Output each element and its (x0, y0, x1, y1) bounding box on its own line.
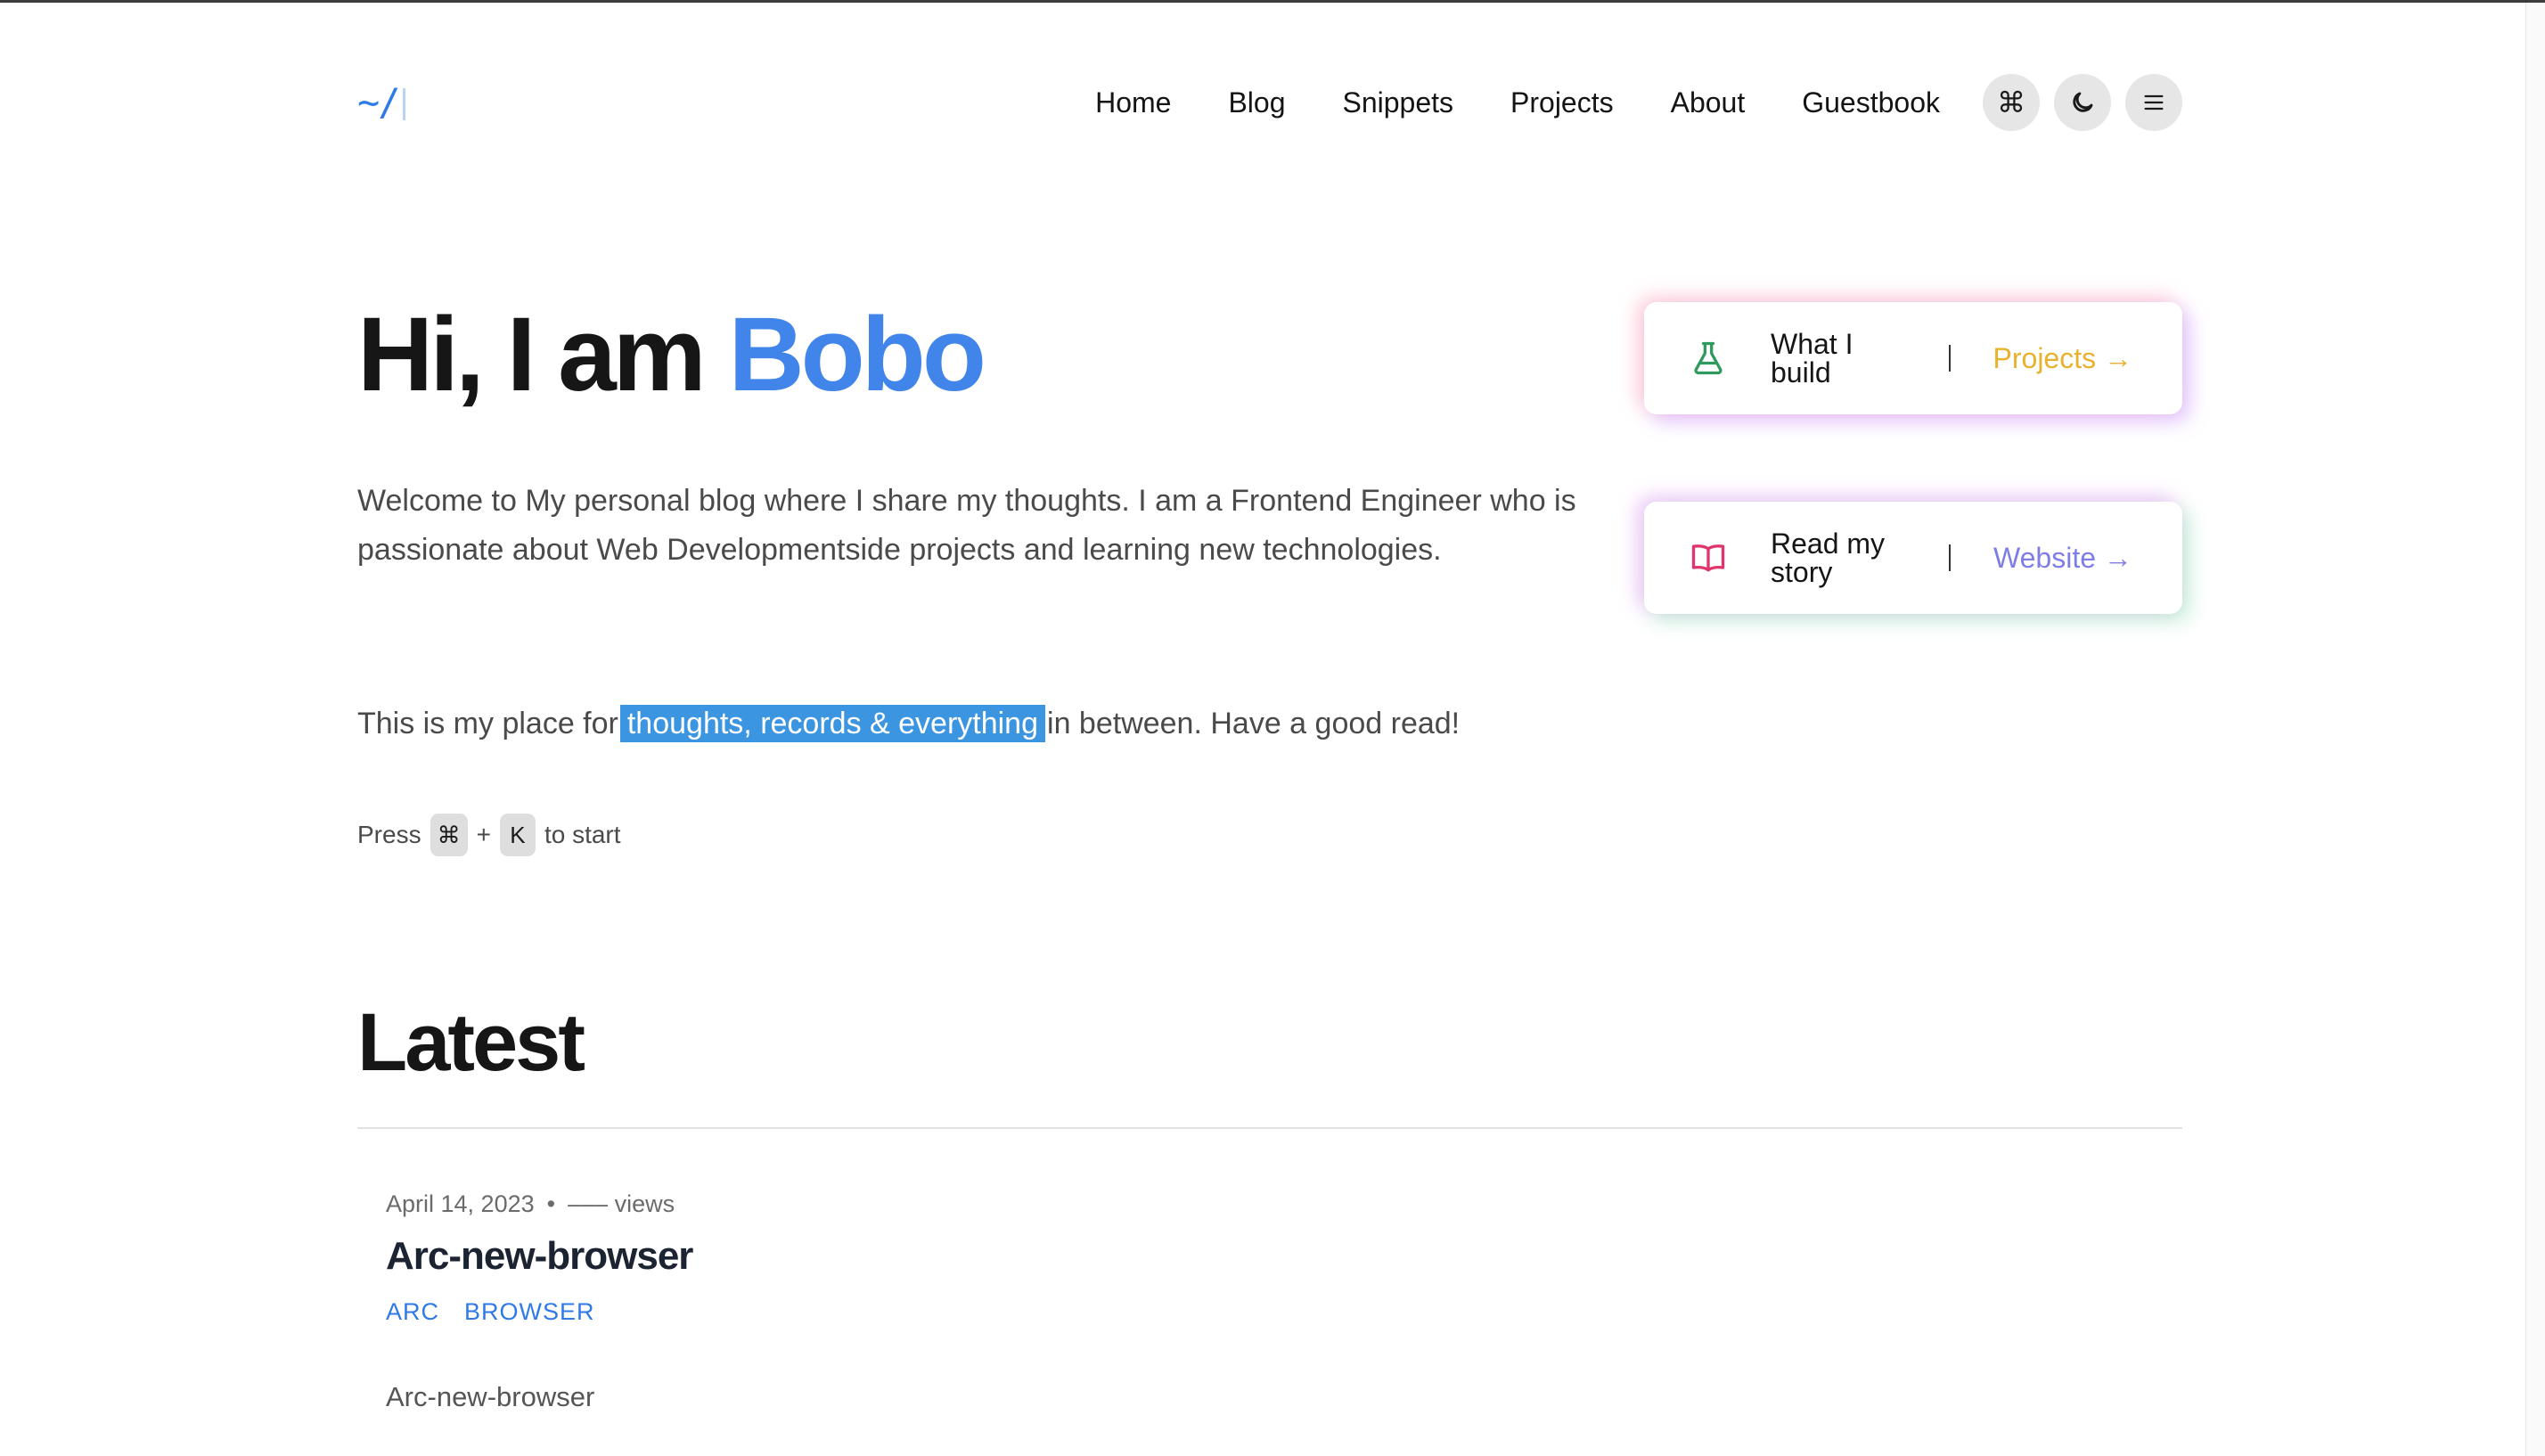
main-nav: Home Blog Snippets Projects About Guestb… (1095, 71, 2182, 134)
site-logo[interactable]: ~/ (357, 80, 405, 124)
tagline-end: in between. Have a good read! (1047, 707, 1461, 740)
logo-cursor (402, 88, 405, 120)
tagline-highlight: thoughts, records & everything (619, 705, 1046, 742)
command-palette-button[interactable]: ⌘ (1983, 74, 2040, 131)
tagline: This is my place for thoughts, records & … (357, 699, 1460, 748)
tag-browser[interactable]: BROWSER (464, 1298, 595, 1326)
tagline-start: This is my place for (357, 707, 618, 740)
nav-blog[interactable]: Blog (1228, 71, 1285, 134)
card-separator (1948, 345, 1951, 372)
card-separator (1949, 544, 1951, 571)
theme-toggle-button[interactable] (2054, 74, 2111, 131)
post-item[interactable]: April 14, 2023 • ––– views Arc-new-brows… (386, 1190, 693, 1413)
nav-projects[interactable]: Projects (1510, 71, 1614, 134)
what-i-build-card[interactable]: What I build Projects → (1644, 302, 2182, 414)
nav-guestbook[interactable]: Guestbook (1802, 71, 1940, 134)
website-link[interactable]: Website → (1993, 542, 2132, 575)
tag-arc[interactable]: ARC (386, 1298, 439, 1326)
post-tags: ARC BROWSER (386, 1298, 692, 1326)
to-start-label: to start (544, 821, 621, 848)
nav-snippets[interactable]: Snippets (1342, 71, 1453, 134)
scrollbar[interactable] (2525, 3, 2545, 1456)
hero-name: Bobo (728, 296, 986, 413)
projects-link[interactable]: Projects → (1993, 342, 2132, 375)
hero-title-prefix: Hi, I am (357, 296, 729, 413)
menu-icon (2144, 94, 2164, 110)
section-divider (357, 1127, 2182, 1129)
nav-home[interactable]: Home (1095, 71, 1171, 134)
moon-icon (2073, 92, 2093, 112)
press-label: Press (357, 821, 421, 848)
post-date: April 14, 2023 (386, 1190, 535, 1217)
meta-bullet: • (546, 1190, 556, 1217)
latest-heading: Latest (357, 997, 585, 1088)
post-title[interactable]: Arc-new-browser (386, 1234, 693, 1279)
post-views: ––– views (568, 1190, 675, 1217)
command-key: ⌘ (430, 814, 468, 856)
card-label: What I build (1771, 328, 1854, 389)
shortcut-hint: Press ⌘ + K to start (357, 814, 621, 856)
plus-sign: + (476, 821, 491, 848)
post-excerpt: Arc-new-browser (386, 1381, 595, 1412)
post-meta: April 14, 2023 • ––– views (386, 1190, 692, 1218)
flask-icon (1694, 341, 1723, 375)
menu-button[interactable] (2125, 74, 2182, 131)
command-icon: ⌘ (1997, 86, 2025, 119)
book-icon (1691, 544, 1725, 572)
page-container: ~/ Home Blog Snippets Projects About Gue… (357, 0, 2182, 1456)
card-label: Read my story (1771, 528, 1886, 588)
hero-title: Hi, I am Bobo (357, 294, 986, 415)
nav-about[interactable]: About (1671, 71, 1746, 134)
intro-text: Welcome to My personal blog where I shar… (357, 484, 1576, 567)
k-key: K (499, 814, 536, 856)
read-my-story-card[interactable]: Read my story Website → (1644, 502, 2182, 614)
